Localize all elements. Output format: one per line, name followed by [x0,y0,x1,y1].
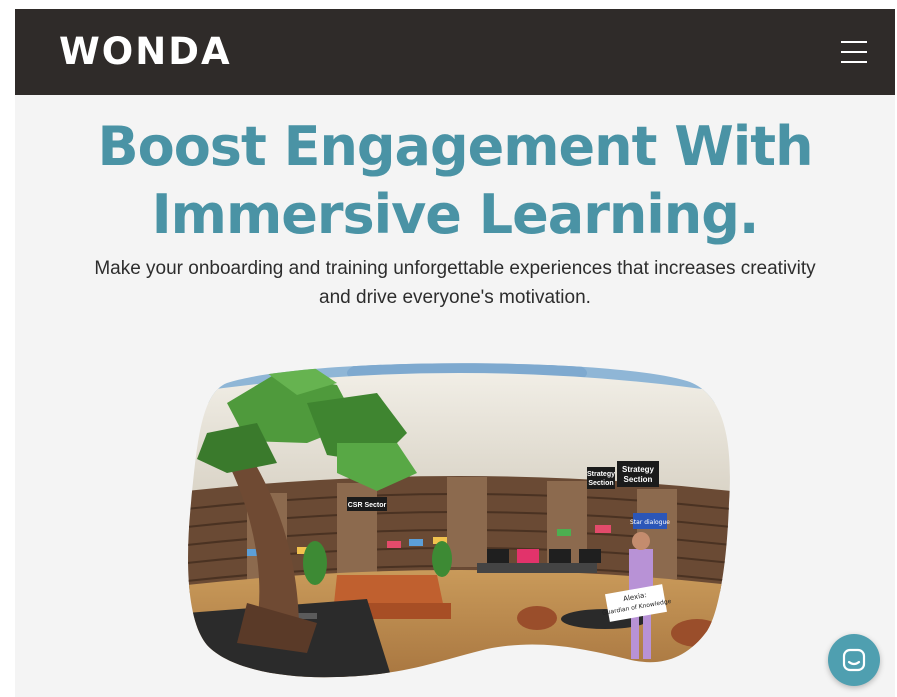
navbar: WONDA [15,9,895,95]
chat-button[interactable] [828,634,880,686]
vr-library-scene-image: Strategy Section Strategy Section CSR Se… [187,363,731,679]
sign-strategy-right-text: Strategy [622,465,655,474]
hero-subtitle: Make your onboarding and training unforg… [55,254,855,312]
hero-subtitle-line-1: Make your onboarding and training unforg… [94,258,816,279]
sign-strategy-left-text-2: Section [588,480,613,487]
sign-csr-sector: CSR Sector [347,497,387,511]
sign-strategy-left-text: Strategy [587,471,615,478]
hero-title-line-1: Boost Engagement With [97,115,813,178]
sign-strategy-section-left: Strategy Section [587,467,615,489]
hamburger-menu-button[interactable] [837,37,873,67]
sign-csr-text: CSR Sector [348,502,387,509]
sign-star-dialogue: Star dialogue [630,513,670,529]
hamburger-menu-icon-bar [841,51,867,53]
sign-strategy-right-text-2: Section [624,475,653,484]
sign-star-text: Star dialogue [630,519,670,526]
hero-title: Boost Engagement With Immersive Learning… [15,113,895,249]
hero-title-line-2: Immersive Learning. [151,183,760,246]
sign-strategy-section-right: Strategy Section [617,461,659,487]
hamburger-menu-icon-bar [841,61,867,63]
hero-subtitle-line-2: and drive everyone's motivation. [319,287,591,308]
hamburger-menu-icon [841,41,867,43]
page: WONDA Boost Engagement With Immersive Le… [15,9,895,697]
wonda-logo[interactable]: WONDA [59,30,232,74]
chat-bubble-icon [842,648,866,672]
vr-scene-illustration: Strategy Section Strategy Section CSR Se… [188,363,730,678]
